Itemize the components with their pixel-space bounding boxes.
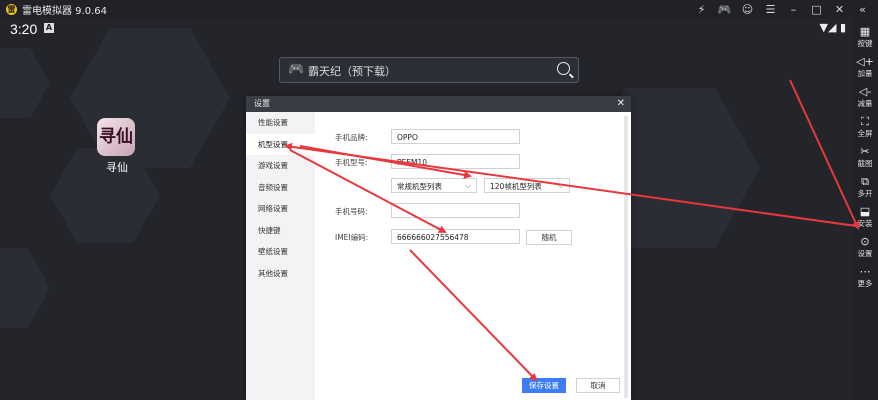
sidebar-item-label: 安装 [857,219,873,228]
save-settings-button[interactable]: 保存设置 [522,378,566,393]
sidebar-item-settings[interactable]: ⊙ 设置 [852,236,878,259]
background-hexagon [70,28,230,168]
gamepad-icon[interactable]: 🎮 [713,3,736,16]
fps-model-list-select[interactable]: 120帧机型列表 [484,178,570,193]
phone-label: 手机号码: [335,207,368,216]
imei-label: IMEI编码: [335,233,369,242]
dialog-title: 设置 [254,99,270,108]
scissors-icon: ✂ [860,145,870,158]
notification-a-icon: A [44,23,54,33]
signal-battery-icon: ▼◢ ▮ [819,21,846,34]
window-title: 雷电模拟器 9.0.64 [22,5,107,17]
sidebar-item-screenshot[interactable]: ✂ 截图 [852,146,878,169]
keyboard-icon: ▦ [859,25,871,38]
sidebar-item-multi[interactable]: ⧉ 多开 [852,176,878,199]
window-controls: ⚡ 🎮 ☺ ☰ – □ ✕ « [690,0,874,18]
nav-item-performance[interactable]: 性能设置 [246,112,315,134]
search-icon[interactable] [557,62,570,75]
imei-field[interactable]: 666666027556478 [391,229,520,244]
lightning-icon[interactable]: ⚡ [690,3,713,16]
sidebar-item-keymap[interactable]: ▦ 按键 [852,26,878,49]
volume-down-icon: ◁- [858,85,872,98]
nav-item-other[interactable]: 其他设置 [246,263,315,285]
settings-dialog: 设置 ✕ 性能设置 机型设置 游戏设置 音频设置 网络设置 快捷键 壁纸设置 其… [246,96,631,400]
sidebar-item-install[interactable]: ⬓ 安装 [852,206,878,229]
collapse-sidebar-icon[interactable]: « [851,3,874,16]
maximize-button[interactable]: □ [805,3,828,16]
more-icon: ⋯ [859,265,871,278]
close-icon[interactable]: ✕ [617,96,625,112]
brand-label: 手机品牌: [335,133,368,142]
sidebar-item-label: 更多 [857,279,873,288]
brand-field[interactable]: OPPO [391,129,520,144]
nav-item-audio[interactable]: 音频设置 [246,177,315,199]
sidebar-item-label: 多开 [857,189,873,198]
fullscreen-icon: ⛶ [861,115,869,128]
account-icon[interactable]: ☺ [736,3,759,16]
desktop-app-xunxian[interactable]: 寻仙 寻仙 [97,118,137,175]
sidebar-item-label: 减量 [857,99,873,108]
sidebar-item-label: 截图 [857,159,873,168]
install-icon: ⬓ [859,205,871,218]
model-field[interactable]: PEEM10 [391,154,520,169]
sidebar-item-fullscreen[interactable]: ⛶ 全屏 [852,116,878,139]
phone-field[interactable] [391,203,520,218]
menu-icon[interactable]: ☰ [759,3,782,16]
background-hexagon [0,248,50,328]
android-status-bar: 3:20 A ▼◢ ▮ [0,18,852,40]
app-label: 寻仙 [106,161,128,174]
settings-gear-icon: ⊙ [860,235,870,248]
close-button[interactable]: ✕ [828,3,851,16]
sidebar-item-more[interactable]: ⋯ 更多 [852,266,878,289]
nav-item-model[interactable]: 机型设置 [246,133,315,155]
dialog-scrollbar[interactable] [624,116,628,398]
sidebar-item-label: 设置 [857,249,873,258]
status-time: 3:20 [10,21,38,37]
search-bar[interactable]: 🎮 霸天纪（预下载） [279,57,579,83]
emulator-sidebar: ▦ 按键 ◁+ 加量 ◁- 减量 ⛶ 全屏 ✂ 截图 ⧉ 多开 ⬓ 安装 ⊙ 设… [852,18,878,400]
nav-item-game[interactable]: 游戏设置 [246,155,315,177]
random-imei-button[interactable]: 随机 [526,230,572,245]
gamepad-icon: 🎮 [288,62,305,77]
minimize-button[interactable]: – [782,3,805,16]
sidebar-item-label: 加量 [857,69,873,78]
sidebar-item-volume-down[interactable]: ◁- 减量 [852,86,878,109]
cancel-button[interactable]: 取消 [576,378,620,393]
model-list-select[interactable]: 常规机型列表 [391,178,477,193]
nav-item-wallpaper[interactable]: 壁纸设置 [246,241,315,263]
volume-up-icon: ◁+ [856,55,874,68]
sidebar-item-label: 按键 [857,39,873,48]
search-text: 霸天纪（预下载） [308,65,396,78]
window-titlebar: 雷 雷电模拟器 9.0.64 ⚡ 🎮 ☺ ☰ – □ ✕ « [0,0,878,18]
settings-nav: 性能设置 机型设置 游戏设置 音频设置 网络设置 快捷键 壁纸设置 其他设置 [246,112,315,400]
xunxian-app-icon[interactable]: 寻仙 [97,118,135,156]
background-hexagon [0,48,50,118]
multi-window-icon: ⧉ [861,175,869,188]
sidebar-item-label: 全屏 [857,129,873,138]
nav-item-network[interactable]: 网络设置 [246,198,315,220]
sidebar-item-volume-up[interactable]: ◁+ 加量 [852,56,878,79]
model-label: 手机型号: [335,158,368,167]
dialog-header: 设置 ✕ [246,96,631,112]
nav-item-shortcuts[interactable]: 快捷键 [246,220,315,242]
app-logo-icon: 雷 [6,3,17,15]
